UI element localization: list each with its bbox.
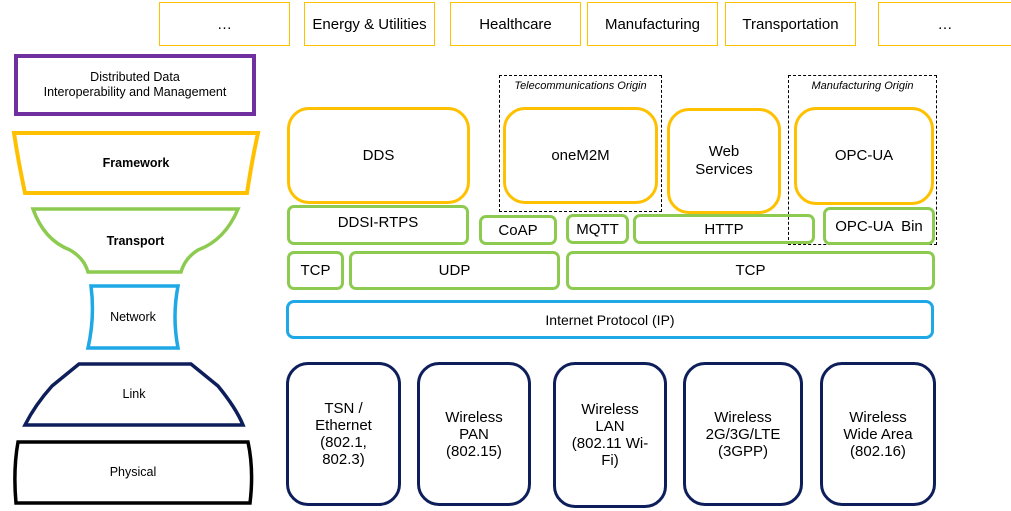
telecom-origin-label: Telecommunications Origin — [514, 80, 647, 92]
protocol-http-label: HTTP — [704, 220, 744, 238]
layer-link-label: Link — [122, 387, 146, 401]
industry-label: Healthcare — [479, 15, 552, 33]
framework-onem2m: oneM2M — [503, 107, 658, 204]
protocol-opcua-bin-label: OPC-UA Bin — [835, 217, 923, 235]
protocol-coap: CoAP — [479, 215, 557, 245]
link-wireless-pan: Wireless PAN (802.15) — [417, 362, 531, 506]
link-tsn-ethernet: TSN / Ethernet (802.1, 802.3) — [286, 362, 401, 506]
framework-onem2m-label: oneM2M — [551, 146, 610, 164]
network-ip-label: Internet Protocol (IP) — [545, 311, 675, 328]
manufacturing-origin-label: Manufacturing Origin — [811, 80, 914, 92]
protocol-ddsi-rtps-label: DDSI-RTPS — [337, 213, 419, 231]
industry-label: … — [937, 15, 953, 33]
industry-transportation: Transportation — [725, 2, 856, 46]
protocol-http: HTTP — [633, 214, 815, 244]
industry-label: Energy & Utilities — [312, 15, 427, 33]
framework-dds-label: DDS — [362, 146, 395, 164]
layer-framework-label: Framework — [102, 156, 170, 170]
transport-udp-label: UDP — [438, 262, 471, 279]
layer-physical-label: Physical — [109, 465, 157, 479]
link-wireless-wide-area-label: Wireless Wide Area (802.16) — [843, 408, 913, 460]
layer-transport-label: Transport — [106, 234, 165, 248]
transport-tcp-right-label: TCP — [735, 262, 766, 279]
transport-tcp-left-label: TCP — [300, 262, 331, 279]
protocol-mqtt-label: MQTT — [576, 220, 619, 238]
industry-energy-utilities: Energy & Utilities — [304, 2, 435, 46]
link-wireless-lan: Wireless LAN (802.11 Wi- Fi) — [553, 362, 667, 508]
link-wireless-lan-label: Wireless LAN (802.11 Wi- Fi) — [571, 401, 649, 469]
protocol-mqtt: MQTT — [566, 214, 629, 244]
framework-dds: DDS — [287, 107, 470, 204]
link-wireless-cellular-label: Wireless 2G/3G/LTE (3GPP) — [705, 408, 781, 460]
industry-more-right: … — [878, 2, 1011, 46]
link-tsn-ethernet-label: TSN / Ethernet (802.1, 802.3) — [315, 400, 372, 468]
framework-web-services-label: Web Services — [695, 143, 753, 178]
framework-web-services: Web Services — [667, 108, 781, 214]
protocol-coap-label: CoAP — [498, 221, 538, 239]
transport-tcp-right: TCP — [566, 251, 935, 290]
industry-manufacturing: Manufacturing — [587, 2, 718, 46]
framework-opcua: OPC-UA — [794, 107, 934, 205]
industry-label: Manufacturing — [604, 15, 701, 33]
industry-label: Transportation — [742, 15, 839, 33]
transport-tcp-left: TCP — [287, 251, 344, 290]
link-wireless-pan-label: Wireless PAN (802.15) — [445, 408, 503, 460]
transport-udp: UDP — [349, 251, 560, 290]
protocol-ddsi-rtps: DDSI-RTPS — [287, 205, 469, 245]
network-ip: Internet Protocol (IP) — [286, 300, 934, 339]
link-wireless-wide-area: Wireless Wide Area (802.16) — [820, 362, 936, 506]
protocol-opcua-bin: OPC-UA Bin — [823, 207, 935, 245]
industry-healthcare: Healthcare — [450, 2, 581, 46]
layer-network-label: Network — [110, 310, 156, 324]
framework-opcua-label: OPC-UA — [834, 147, 894, 164]
link-wireless-cellular: Wireless 2G/3G/LTE (3GPP) — [683, 362, 803, 506]
